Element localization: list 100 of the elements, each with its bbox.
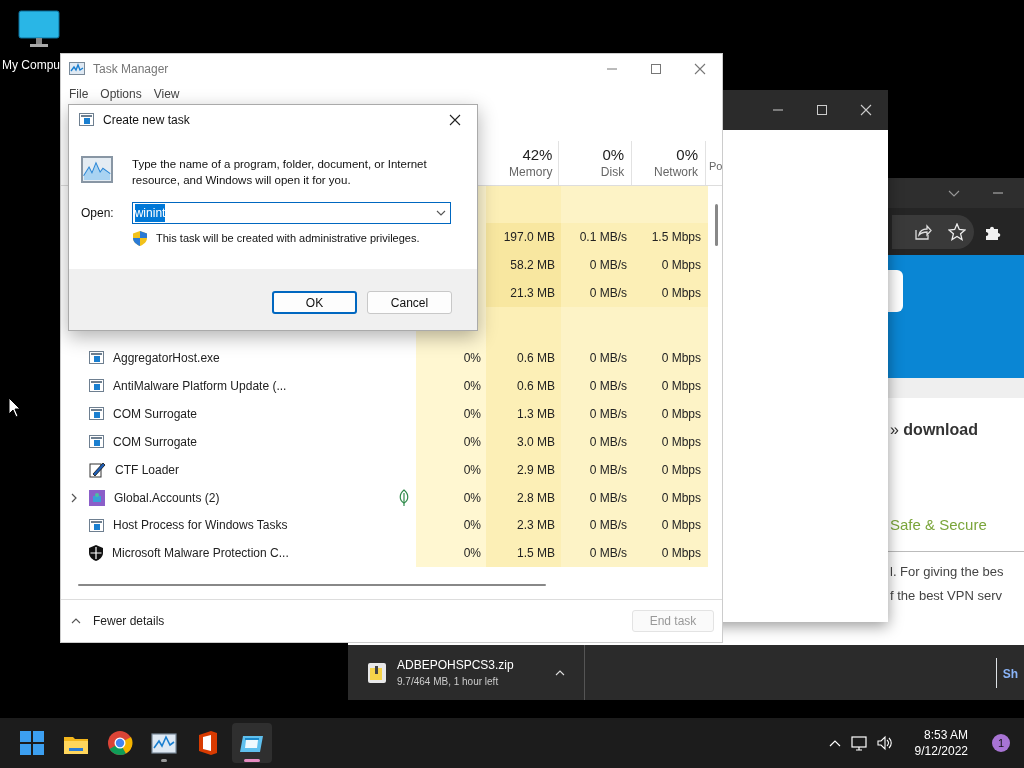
- taskbar-button[interactable]: [232, 723, 272, 763]
- table-cell: 0%: [416, 455, 486, 484]
- file-name: ADBEPOHSPCS3.zip: [397, 657, 514, 674]
- clock-date[interactable]: 9/12/2022: [914, 743, 968, 759]
- table-cell: 0%: [416, 427, 486, 456]
- process-name[interactable]: AntiMalware Platform Update (...: [113, 376, 287, 395]
- table-cell: 58.2 MB: [486, 251, 561, 280]
- maximize-icon: [816, 104, 828, 116]
- table-cell: 21.3 MB: [486, 279, 561, 308]
- table-cell: 2.9 MB: [486, 455, 561, 484]
- table-cell: 0 Mbps: [634, 455, 708, 484]
- shield-icon: [89, 545, 103, 562]
- column-header[interactable]: Po: [706, 140, 722, 185]
- table-cell: 197.0 MB: [486, 223, 561, 252]
- table-cell: 0 Mbps: [634, 427, 708, 456]
- dropdown-caret-icon[interactable]: [435, 208, 446, 218]
- expand-chevron-icon[interactable]: [69, 491, 79, 504]
- menu-item[interactable]: File: [63, 84, 95, 103]
- dialog-message: Type the name of a program, folder, document, or Internet resource, and Windows will open it for you.: [132, 157, 428, 188]
- graph-icon: [81, 156, 113, 183]
- table-cell: 0 Mbps: [634, 279, 708, 308]
- table-cell: 0%: [416, 539, 486, 568]
- share-icon[interactable]: [913, 222, 932, 241]
- table-cell: 0 MB/s: [561, 539, 634, 568]
- table-cell: 0%: [416, 344, 486, 372]
- process-name[interactable]: COM Surrogate: [113, 404, 198, 423]
- table-cell: 1.3 MB: [486, 399, 561, 428]
- table-cell: 0 Mbps: [634, 251, 708, 280]
- table-cell: 0 MB/s: [561, 371, 634, 400]
- window-title: Task Manager: [93, 60, 169, 78]
- breadcrumb: » download: [890, 420, 979, 440]
- table-cell: 0 MB/s: [561, 251, 634, 280]
- table-cell: 0 MB/s: [561, 279, 634, 308]
- scrollbar-thumb[interactable]: [78, 584, 546, 587]
- process-name[interactable]: Global.Accounts (2): [114, 488, 220, 507]
- column-header[interactable]: 0% Network: [632, 140, 706, 185]
- tagline: Safe & Secure: [890, 515, 988, 535]
- application-icon: [89, 350, 104, 366]
- process-name[interactable]: Microsoft Malware Protection C...: [112, 544, 289, 563]
- ok-button[interactable]: OK: [272, 291, 357, 314]
- windows-logo-icon: [18, 729, 46, 757]
- application-icon: [89, 406, 104, 422]
- star-icon[interactable]: [948, 222, 966, 241]
- open-field[interactable]: winint: [131, 202, 451, 224]
- zip-file-icon: [367, 661, 387, 684]
- table-cell: 0%: [416, 371, 486, 400]
- table-cell: 0 MB/s: [561, 511, 634, 540]
- dialog-title: Create new task: [103, 111, 190, 129]
- admin-note: This task will be created with administrative privileges.: [156, 231, 420, 247]
- text-line: f the best VPN serv: [890, 587, 1003, 605]
- accounts-icon: [89, 489, 105, 506]
- menu-item[interactable]: View: [147, 84, 186, 103]
- table-cell: 0 Mbps: [634, 344, 708, 372]
- table-cell: 1.5 Mbps: [634, 223, 708, 252]
- link[interactable]: Sh: [995, 657, 1024, 688]
- process-name[interactable]: COM Surrogate: [113, 432, 198, 451]
- table-cell: 0%: [416, 511, 486, 540]
- column-header[interactable]: 0% Disk: [559, 140, 633, 185]
- fewer-details-button[interactable]: Fewer details: [71, 612, 165, 631]
- table-cell: 0%: [416, 399, 486, 428]
- table-cell: 0 Mbps: [634, 483, 708, 512]
- clock-time[interactable]: 8:53 AM: [914, 727, 968, 743]
- table-cell: 3.0 MB: [486, 427, 561, 456]
- browser-icon: [107, 730, 133, 756]
- table-cell: 2.3 MB: [486, 511, 561, 540]
- process-name[interactable]: CTF Loader: [115, 460, 180, 479]
- chevron-down-icon[interactable]: [948, 188, 960, 198]
- input-field[interactable]: [888, 270, 903, 312]
- table-cell: 0 MB/s: [561, 455, 634, 484]
- graph-icon: [151, 731, 177, 755]
- process-name[interactable]: AggregatorHost.exe: [113, 348, 220, 367]
- task-manager-icon: [69, 61, 85, 77]
- table-cell: 0 Mbps: [634, 539, 708, 568]
- table-cell: 0.6 MB: [486, 344, 561, 372]
- table-cell: 2.8 MB: [486, 483, 561, 512]
- notification-badge[interactable]: 1: [992, 734, 1010, 752]
- network-icon[interactable]: [850, 735, 867, 751]
- close-icon: [694, 62, 706, 75]
- application-icon: [89, 434, 104, 450]
- application-icon: [89, 517, 104, 533]
- maximize-icon: [650, 62, 662, 75]
- process-name[interactable]: Host Process for Windows Tasks: [113, 516, 288, 535]
- menu-item[interactable]: Options: [94, 84, 148, 103]
- cursor-icon: [8, 397, 21, 418]
- cancel-button[interactable]: Cancel: [367, 291, 452, 314]
- table-cell: 0 Mbps: [634, 511, 708, 540]
- column-header[interactable]: 42% Memory: [484, 140, 560, 185]
- pen-icon: [89, 461, 106, 478]
- field-label: Open:: [81, 205, 114, 222]
- text-line: l. For giving the bes: [890, 563, 1005, 581]
- address-bar[interactable]: [892, 214, 974, 249]
- table-cell: 0 MB/s: [561, 427, 634, 456]
- icon-label[interactable]: My Compu: [0, 56, 62, 74]
- table-cell: 0.6 MB: [486, 371, 561, 400]
- volume-icon[interactable]: [876, 735, 893, 751]
- download-status: 9.7/464 MB, 1 hour left: [397, 675, 500, 689]
- scrollbar-thumb[interactable]: [715, 204, 718, 246]
- monitor-icon[interactable]: [18, 10, 60, 48]
- chevron-up-icon[interactable]: [828, 738, 841, 748]
- close-icon: [449, 113, 461, 126]
